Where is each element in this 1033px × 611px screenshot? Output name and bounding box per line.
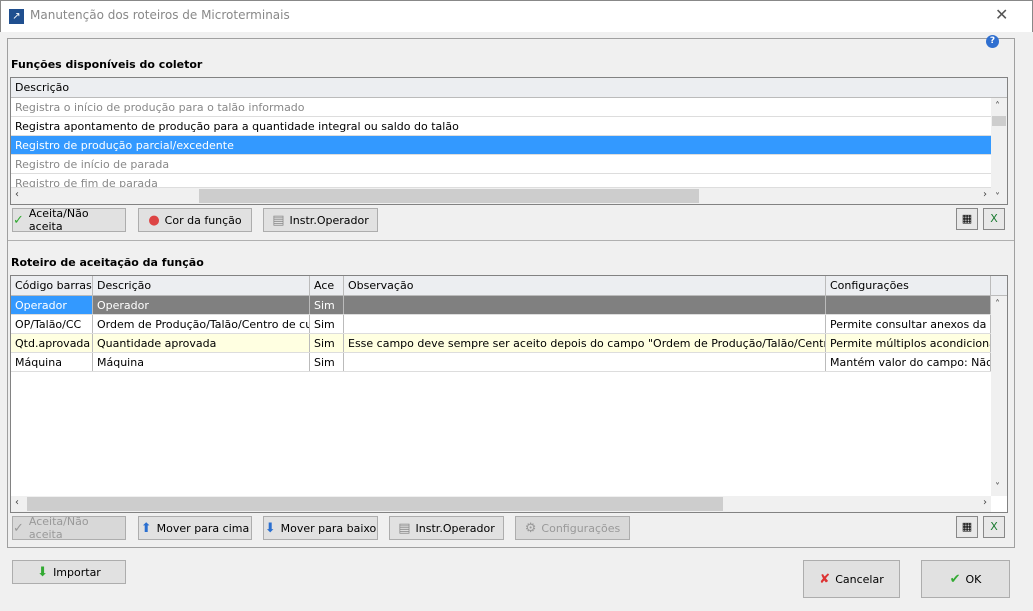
cell: Sim bbox=[310, 334, 344, 352]
horizontal-scrollbar[interactable]: ‹ › bbox=[11, 188, 991, 204]
document-icon: ▤ bbox=[272, 212, 285, 228]
check-cross-icon: ✓ bbox=[13, 212, 24, 228]
cell: Esse campo deve sempre ser aceito depois… bbox=[344, 334, 826, 352]
export-icon[interactable]: ▦ bbox=[956, 208, 978, 230]
gear-icon: ⚙ bbox=[524, 520, 537, 536]
excel-icon[interactable]: X bbox=[983, 516, 1005, 538]
column-header[interactable]: Descrição bbox=[93, 276, 310, 295]
arrow-up-icon: ⬆ bbox=[140, 520, 152, 536]
column-header[interactable]: Código barras bbox=[11, 276, 93, 295]
horizontal-scrollbar[interactable]: ‹ › bbox=[11, 496, 991, 512]
export-icon[interactable]: ▦ bbox=[956, 516, 978, 538]
column-header[interactable]: Descrição bbox=[11, 78, 991, 97]
functions-grid: Descrição Registra o início de produção … bbox=[10, 77, 1008, 205]
cell: Permite consultar anexos da Form bbox=[826, 315, 991, 333]
check-cross-icon: ✓ bbox=[13, 520, 24, 536]
table-row[interactable]: Registra o início de produção para o tal… bbox=[11, 98, 1007, 117]
window-title: Manutenção dos roteiros de Microterminai… bbox=[30, 8, 290, 22]
button-label: Instr.Operador bbox=[289, 213, 369, 227]
x-icon: ✘ bbox=[819, 571, 831, 587]
cell: OP/Talão/CC bbox=[11, 315, 93, 333]
vertical-scrollbar[interactable]: ˄ ˅ bbox=[991, 98, 1007, 204]
cell: Máquina bbox=[93, 353, 310, 371]
cell: Mantém valor do campo: Não bbox=[826, 353, 991, 371]
table-row[interactable]: OP/Talão/CC Ordem de Produção/Talão/Cent… bbox=[11, 315, 1007, 334]
divider bbox=[8, 240, 1014, 241]
button-label: Mover para baixo bbox=[280, 521, 377, 535]
document-icon: ▤ bbox=[398, 520, 411, 536]
app-icon: ↗ bbox=[9, 9, 24, 24]
vertical-scrollbar[interactable]: ˄ ˅ bbox=[991, 296, 1007, 496]
cell bbox=[826, 296, 991, 314]
table-row[interactable]: Qtd.aprovada Quantidade aprovada Sim Ess… bbox=[11, 334, 1007, 353]
column-header[interactable]: Ace bbox=[310, 276, 344, 295]
cell: Registro de produção parcial/excedente bbox=[15, 139, 234, 152]
cell: Registro de início de parada bbox=[15, 158, 170, 171]
close-button[interactable]: ✕ bbox=[995, 5, 1008, 24]
cell: Ordem de Produção/Talão/Centro de custo bbox=[93, 315, 310, 333]
function-color-button[interactable]: ● Cor da função bbox=[138, 208, 252, 232]
accept-toggle-button[interactable]: ✓ Aceita/Não aceita bbox=[12, 207, 126, 233]
cell: Máquina bbox=[11, 353, 93, 371]
table-row[interactable]: Máquina Máquina Sim Mantém valor do camp… bbox=[11, 353, 1007, 372]
cell: Qtd.aprovada bbox=[11, 334, 93, 352]
button-label: Aceita/Não aceita bbox=[28, 515, 89, 541]
button-label: Mover para cima bbox=[156, 521, 250, 535]
operator-instructions-button[interactable]: ▤ Instr.Operador bbox=[263, 208, 378, 232]
help-icon[interactable]: ? bbox=[986, 35, 999, 48]
button-label: Configurações bbox=[541, 521, 621, 535]
script-grid: Código barras Descrição Ace Observação C… bbox=[10, 275, 1008, 513]
cell bbox=[344, 296, 826, 314]
cell: Registro de fim de parada bbox=[15, 177, 158, 187]
cell: Quantidade aprovada bbox=[93, 334, 310, 352]
check-icon: ✔ bbox=[949, 571, 961, 587]
cell: Sim bbox=[310, 296, 344, 314]
settings-button[interactable]: ⚙ Configurações bbox=[515, 516, 630, 540]
accept-toggle-button-2[interactable]: ✓ Aceita/Não aceita bbox=[12, 515, 126, 541]
operator-instructions-button-2[interactable]: ▤ Instr.Operador bbox=[389, 516, 504, 540]
functions-section-title: Funções disponíveis do coletor bbox=[11, 58, 203, 71]
button-label: OK bbox=[965, 572, 982, 586]
cell: Registra apontamento de produção para a … bbox=[15, 120, 459, 133]
color-palette-icon: ● bbox=[148, 212, 160, 228]
import-button[interactable]: ⬇ Importar bbox=[12, 560, 126, 584]
button-label: Cancelar bbox=[835, 572, 884, 586]
move-up-button[interactable]: ⬆ Mover para cima bbox=[138, 516, 252, 540]
cell: Registra o início de produção para o tal… bbox=[15, 101, 305, 114]
table-row-selected[interactable]: Registro de produção parcial/excedente bbox=[11, 136, 1007, 155]
cell: Sim bbox=[310, 315, 344, 333]
import-icon: ⬇ bbox=[37, 564, 49, 580]
move-down-button[interactable]: ⬇ Mover para baixo bbox=[263, 516, 378, 540]
cell bbox=[344, 353, 826, 371]
cell: Permite múltiplos acondicionament bbox=[826, 334, 991, 352]
cell bbox=[344, 315, 826, 333]
table-row[interactable]: Registro de fim de parada bbox=[11, 174, 1007, 188]
button-label: Aceita/Não aceita bbox=[28, 207, 89, 233]
button-label: Importar bbox=[53, 565, 101, 579]
column-header[interactable]: Observação bbox=[344, 276, 826, 295]
button-label: Cor da função bbox=[164, 213, 242, 227]
table-row[interactable]: Registro de início de parada bbox=[11, 155, 1007, 174]
arrow-down-icon: ⬇ bbox=[264, 520, 276, 536]
script-section-title: Roteiro de aceitação da função bbox=[11, 256, 204, 269]
cell: Operador bbox=[93, 296, 310, 314]
table-row-selected[interactable]: Operador Operador Sim bbox=[11, 296, 1007, 315]
cell: Sim bbox=[310, 353, 344, 371]
cell: Operador bbox=[11, 296, 93, 314]
table-row[interactable]: Registra apontamento de produção para a … bbox=[11, 117, 1007, 136]
button-label: Instr.Operador bbox=[415, 521, 495, 535]
excel-icon[interactable]: X bbox=[983, 208, 1005, 230]
cancel-button[interactable]: ✘ Cancelar bbox=[803, 560, 900, 598]
ok-button[interactable]: ✔ OK bbox=[921, 560, 1010, 598]
column-header[interactable]: Configurações bbox=[826, 276, 991, 295]
